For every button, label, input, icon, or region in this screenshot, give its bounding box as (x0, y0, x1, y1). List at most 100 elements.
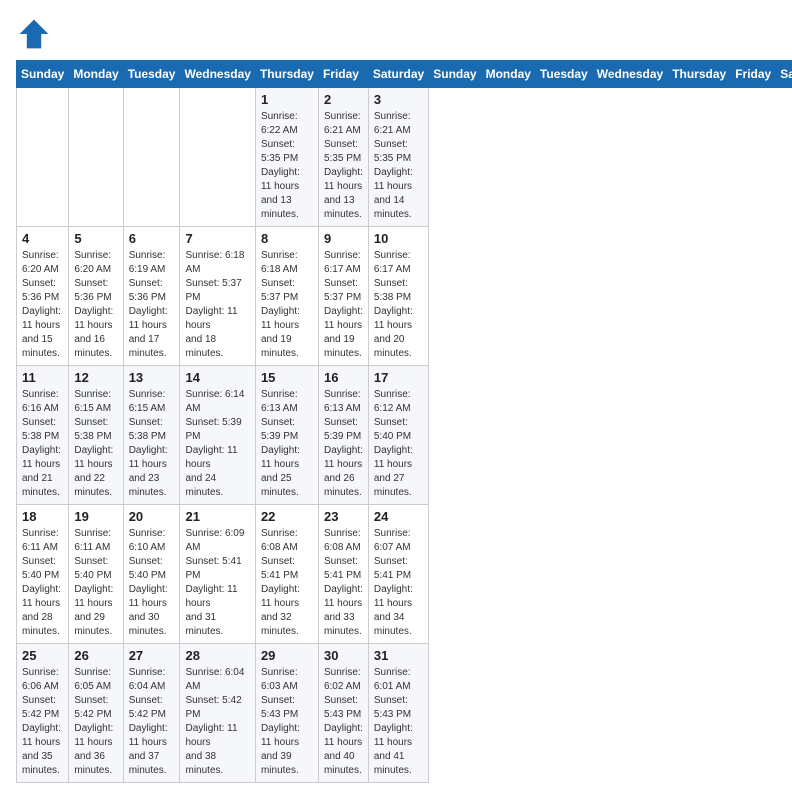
day-number: 31 (374, 648, 423, 663)
day-info: Sunrise: 6:10 AM Sunset: 5:40 PM Dayligh… (129, 527, 175, 639)
day-info: Sunrise: 6:08 AM Sunset: 5:41 PM Dayligh… (261, 527, 313, 639)
day-number: 29 (261, 648, 313, 663)
calendar-cell: 28 Sunrise: 6:04 AM Sunset: 5:42 PM Dayli… (180, 644, 255, 783)
day-info: Sunrise: 6:05 AM Sunset: 5:42 PM Dayligh… (74, 666, 117, 778)
day-number: 8 (261, 231, 313, 246)
calendar-cell (17, 88, 69, 227)
day-info: Sunrise: 6:13 AM Sunset: 5:39 PM Dayligh… (261, 388, 313, 500)
day-header-tuesday: Tuesday (535, 61, 592, 88)
day-header-thursday: Thursday (668, 61, 731, 88)
calendar-cell: 12Sunrise: 6:15 AM Sunset: 5:38 PM Dayli… (69, 366, 123, 505)
day-number: 11 (22, 370, 63, 385)
calendar-cell (69, 88, 123, 227)
day-info: Sunrise: 6:04 AM Sunset: 5:42 PM Dayligh… (185, 666, 249, 778)
calendar-cell: 16 Sunrise: 6:13 AM Sunset: 5:39 PM Dayli… (318, 366, 368, 505)
day-header-monday: Monday (69, 61, 123, 88)
day-number: 20 (129, 509, 175, 524)
day-info: Sunrise: 6:02 AM Sunset: 5:43 PM Dayligh… (324, 666, 363, 778)
calendar-cell: 19Sunrise: 6:11 AM Sunset: 5:40 PM Dayli… (69, 505, 123, 644)
day-number: 12 (74, 370, 117, 385)
day-number: 21 (185, 509, 249, 524)
day-number: 7 (185, 231, 249, 246)
day-info: Sunrise: 6:20 AM Sunset: 5:36 PM Dayligh… (74, 249, 117, 361)
day-number: 25 (22, 648, 63, 663)
day-info: Sunrise: 6:04 AM Sunset: 5:42 PM Dayligh… (129, 666, 175, 778)
day-header-friday: Friday (318, 61, 368, 88)
day-info: Sunrise: 6:21 AM Sunset: 5:35 PM Dayligh… (374, 110, 423, 222)
calendar-cell: 21 Sunrise: 6:09 AM Sunset: 5:41 PM Dayli… (180, 505, 255, 644)
day-number: 18 (22, 509, 63, 524)
calendar-cell: 5 Sunrise: 6:20 AM Sunset: 5:36 PM Daylig… (69, 227, 123, 366)
day-number: 30 (324, 648, 363, 663)
calendar-cell: 11 Sunrise: 6:16 AM Sunset: 5:38 PM Dayli… (17, 366, 69, 505)
calendar-cell: 1 Sunrise: 6:22 AM Sunset: 5:35 PM Daylig… (255, 88, 318, 227)
calendar-cell: 10 Sunrise: 6:17 AM Sunset: 5:38 PM Dayli… (368, 227, 428, 366)
calendar-cell: 15 Sunrise: 6:13 AM Sunset: 5:39 PM Dayli… (255, 366, 318, 505)
calendar-cell: 13 Sunrise: 6:15 AM Sunset: 5:38 PM Dayli… (123, 366, 180, 505)
calendar-week-5: 25 Sunrise: 6:06 AM Sunset: 5:42 PM Dayli… (17, 644, 792, 783)
calendar-cell: 6 Sunrise: 6:19 AM Sunset: 5:36 PM Daylig… (123, 227, 180, 366)
calendar-cell: 31 Sunrise: 6:01 AM Sunset: 5:43 PM Dayli… (368, 644, 428, 783)
day-number: 28 (185, 648, 249, 663)
day-info: Sunrise: 6:20 AM Sunset: 5:36 PM Dayligh… (22, 249, 63, 361)
day-number: 16 (324, 370, 363, 385)
day-number: 5 (74, 231, 117, 246)
calendar-cell: 9 Sunrise: 6:17 AM Sunset: 5:37 PM Daylig… (318, 227, 368, 366)
calendar-cell: 26 Sunrise: 6:05 AM Sunset: 5:42 PM Dayli… (69, 644, 123, 783)
day-header-sunday: Sunday (17, 61, 69, 88)
day-number: 1 (261, 92, 313, 107)
calendar-week-4: 18 Sunrise: 6:11 AM Sunset: 5:40 PM Dayli… (17, 505, 792, 644)
day-number: 26 (74, 648, 117, 663)
day-info: Sunrise: 6:17 AM Sunset: 5:38 PM Dayligh… (374, 249, 423, 361)
calendar-cell: 22 Sunrise: 6:08 AM Sunset: 5:41 PM Dayli… (255, 505, 318, 644)
calendar-cell: 29Sunrise: 6:03 AM Sunset: 5:43 PM Dayli… (255, 644, 318, 783)
calendar-cell: 23Sunrise: 6:08 AM Sunset: 5:41 PM Dayli… (318, 505, 368, 644)
day-number: 2 (324, 92, 363, 107)
day-number: 9 (324, 231, 363, 246)
calendar-header-row: SundayMondayTuesdayWednesdayThursdayFrid… (17, 61, 792, 88)
day-info: Sunrise: 6:21 AM Sunset: 5:35 PM Dayligh… (324, 110, 363, 222)
day-info: Sunrise: 6:13 AM Sunset: 5:39 PM Dayligh… (324, 388, 363, 500)
day-info: Sunrise: 6:17 AM Sunset: 5:37 PM Dayligh… (324, 249, 363, 361)
day-info: Sunrise: 6:12 AM Sunset: 5:40 PM Dayligh… (374, 388, 423, 500)
day-header-friday: Friday (731, 61, 776, 88)
day-header-tuesday: Tuesday (123, 61, 180, 88)
day-header-thursday: Thursday (255, 61, 318, 88)
day-info: Sunrise: 6:16 AM Sunset: 5:38 PM Dayligh… (22, 388, 63, 500)
day-header-saturday: Saturday (776, 61, 792, 88)
day-info: Sunrise: 6:01 AM Sunset: 5:43 PM Dayligh… (374, 666, 423, 778)
day-number: 3 (374, 92, 423, 107)
calendar-cell: 2 Sunrise: 6:21 AM Sunset: 5:35 PM Daylig… (318, 88, 368, 227)
page-header (16, 16, 776, 52)
day-number: 4 (22, 231, 63, 246)
day-number: 22 (261, 509, 313, 524)
day-header-saturday: Saturday (368, 61, 428, 88)
day-number: 23 (324, 509, 363, 524)
calendar-cell: 27 Sunrise: 6:04 AM Sunset: 5:42 PM Dayli… (123, 644, 180, 783)
day-info: Sunrise: 6:09 AM Sunset: 5:41 PM Dayligh… (185, 527, 249, 639)
calendar-cell: 7 Sunrise: 6:18 AM Sunset: 5:37 PM Daylig… (180, 227, 255, 366)
calendar-cell: 24Sunrise: 6:07 AM Sunset: 5:41 PM Dayli… (368, 505, 428, 644)
day-number: 10 (374, 231, 423, 246)
day-number: 27 (129, 648, 175, 663)
day-number: 15 (261, 370, 313, 385)
day-info: Sunrise: 6:18 AM Sunset: 5:37 PM Dayligh… (185, 249, 249, 361)
logo (16, 16, 56, 52)
day-info: Sunrise: 6:22 AM Sunset: 5:35 PM Dayligh… (261, 110, 313, 222)
calendar-cell (180, 88, 255, 227)
day-number: 6 (129, 231, 175, 246)
day-info: Sunrise: 6:15 AM Sunset: 5:38 PM Dayligh… (129, 388, 175, 500)
day-header-sunday: Sunday (429, 61, 481, 88)
day-info: Sunrise: 6:06 AM Sunset: 5:42 PM Dayligh… (22, 666, 63, 778)
day-info: Sunrise: 6:11 AM Sunset: 5:40 PM Dayligh… (22, 527, 63, 639)
day-info: Sunrise: 6:19 AM Sunset: 5:36 PM Dayligh… (129, 249, 175, 361)
day-info: Sunrise: 6:07 AM Sunset: 5:41 PM Dayligh… (374, 527, 423, 639)
calendar-week-2: 4 Sunrise: 6:20 AM Sunset: 5:36 PM Daylig… (17, 227, 792, 366)
day-info: Sunrise: 6:14 AM Sunset: 5:39 PM Dayligh… (185, 388, 249, 500)
calendar-week-1: 1 Sunrise: 6:22 AM Sunset: 5:35 PM Daylig… (17, 88, 792, 227)
calendar-cell (123, 88, 180, 227)
day-number: 14 (185, 370, 249, 385)
day-number: 13 (129, 370, 175, 385)
day-header-wednesday: Wednesday (592, 61, 667, 88)
day-info: Sunrise: 6:11 AM Sunset: 5:40 PM Dayligh… (74, 527, 117, 639)
